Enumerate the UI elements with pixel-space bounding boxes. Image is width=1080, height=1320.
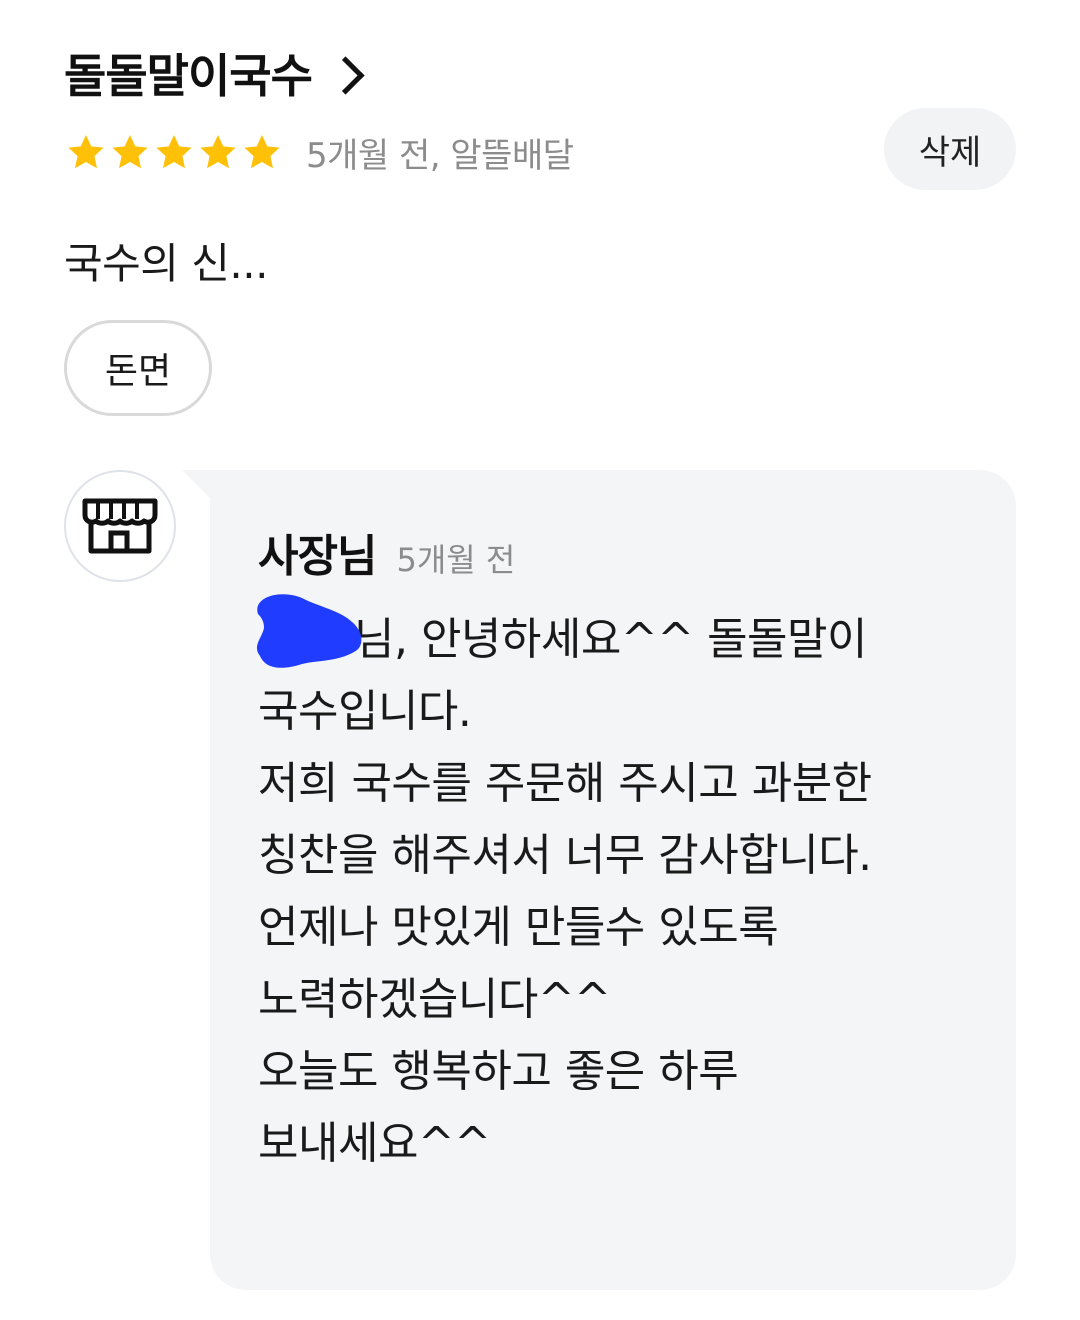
review-text: 국수의 신... [64,239,268,288]
rating-row: 5개월 전, 알뜰배달 [64,128,574,177]
star-rating [64,131,284,175]
reply-text: 님, 안녕하세요^^ 돌돌말이국수입니다. 저희 국수를 주문해 주시고 과분한칭… [258,604,978,1180]
review-meta: 5개월 전, 알뜰배달 [306,136,574,176]
storefront-icon [82,498,158,554]
reply-line: 노력하겠습니다^^ [258,974,611,1025]
review-page: 돌돌말이국수 5개월 전, 알뜰배달 삭제 국수의 신... 돈면 사장님 5개… [0,0,1080,1320]
reply-line: 오늘도 행복하고 좋은 하루 [258,1046,739,1097]
star-icon [112,134,148,168]
star-icon [244,134,280,168]
reply-line: 국수입니다. [258,686,472,737]
reply-line: 보내세요^^ [258,1118,491,1169]
reply-time: 5개월 전 [396,541,516,579]
reply-line: 저희 국수를 주문해 주시고 과분한 [258,758,872,809]
owner-avatar [64,470,176,582]
reply-line: 언제나 맛있게 만들수 있도록 [258,902,779,953]
star-icon [200,134,236,168]
reply-header: 사장님 5개월 전 [258,520,515,584]
star-icon [68,134,104,168]
menu-tag: 돈면 [64,320,212,416]
reply-line: 님, 안녕하세요^^ 돌돌말이 [354,614,868,665]
chevron-right-icon [326,55,365,95]
store-name: 돌돌말이국수 [64,49,313,103]
reply-line: 칭찬을 해주셔서 너무 감사합니다. [258,830,872,881]
delete-button[interactable]: 삭제 [884,108,1016,190]
reply-author: 사장님 [258,531,377,582]
store-name-link[interactable]: 돌돌말이국수 [64,40,365,106]
star-icon [156,134,192,168]
